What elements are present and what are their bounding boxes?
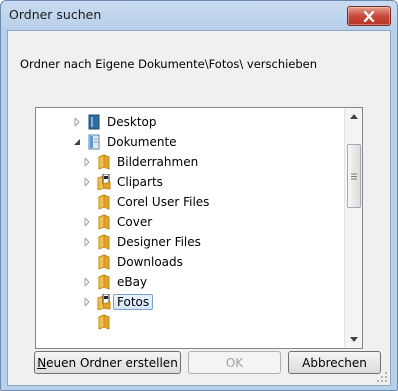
tree-item-cover[interactable]: Cover	[82, 212, 152, 232]
close-button[interactable]	[347, 6, 391, 26]
title-bar[interactable]: Ordner suchen	[1, 1, 397, 31]
scroll-thumb[interactable]	[347, 144, 361, 208]
expand-arrow-icon[interactable]	[82, 297, 92, 307]
instruction-text: Ordner nach Eigene Dokumente\Fotos\ vers…	[20, 57, 318, 71]
tree-item-ebay[interactable]: eBay	[82, 272, 147, 292]
folder-icon	[96, 274, 112, 290]
grip-lines-icon	[351, 173, 357, 179]
ok-button[interactable]: OK	[188, 351, 281, 374]
collapse-arrow-icon[interactable]	[72, 137, 82, 147]
expand-arrow-icon[interactable]	[82, 157, 92, 167]
scroll-up-button[interactable]	[345, 108, 362, 125]
dialog-body: Ordner nach Eigene Dokumente\Fotos\ vers…	[7, 30, 391, 386]
dialog-title: Ordner suchen	[9, 7, 102, 22]
expand-arrow-icon[interactable]	[82, 237, 92, 247]
tree-item-label: Downloads	[117, 255, 183, 269]
tree-item-designer-files[interactable]: Designer Files	[82, 232, 201, 252]
tree-item-partial[interactable]	[96, 312, 117, 332]
folder-icon	[96, 254, 112, 270]
expand-arrow-icon[interactable]	[82, 177, 92, 187]
folder-icon	[96, 194, 112, 210]
tree-item-dokumente[interactable]: Dokumente	[72, 132, 177, 152]
folder-with-document-icon	[96, 174, 112, 190]
tree-item-downloads[interactable]: Downloads	[96, 252, 183, 272]
tree-item-corel-user-files[interactable]: Corel User Files	[96, 192, 209, 212]
tree-item-label: Corel User Files	[117, 195, 210, 209]
arrow-up-icon	[349, 114, 358, 119]
tree-item-label: Designer Files	[117, 235, 201, 249]
expand-arrow-icon[interactable]	[72, 117, 82, 127]
tree-item-label: Fotos	[113, 294, 154, 310]
tree-item-desktop[interactable]: Desktop	[72, 112, 157, 132]
desktop-icon	[86, 114, 102, 130]
tree-item-cliparts[interactable]: Cliparts	[82, 172, 163, 192]
tree-item-label: Cover	[117, 215, 153, 229]
folder-icon	[96, 314, 112, 330]
tree-item-label: eBay	[117, 275, 148, 289]
documents-library-icon	[86, 134, 102, 150]
tree-item-label: Bilderrahmen	[117, 155, 199, 169]
tree-item-label: Desktop	[107, 115, 157, 129]
tree-rows: Desktop Dokumente Bilderrahmen Cliparts …	[36, 108, 344, 348]
new-folder-button[interactable]: Neuen Ordner erstellen	[34, 351, 181, 374]
expand-arrow-icon[interactable]	[82, 277, 92, 287]
resize-grip-icon[interactable]	[376, 371, 388, 383]
scroll-down-button[interactable]	[345, 331, 362, 348]
folder-with-document-icon	[96, 294, 112, 310]
folder-icon	[96, 154, 112, 170]
vertical-scrollbar[interactable]	[344, 108, 362, 348]
tree-item-label: Dokumente	[107, 135, 177, 149]
tree-item-bilderrahmen[interactable]: Bilderrahmen	[82, 152, 198, 172]
tree-item-label: Cliparts	[117, 175, 163, 189]
tree-item-fotos[interactable]: Fotos	[82, 292, 154, 312]
folder-browse-dialog: Ordner suchen Ordner nach Eigene Dokumen…	[0, 0, 398, 391]
folder-tree[interactable]: Desktop Dokumente Bilderrahmen Cliparts …	[35, 107, 363, 349]
folder-icon	[96, 234, 112, 250]
expand-arrow-icon[interactable]	[82, 217, 92, 227]
close-icon	[363, 10, 375, 22]
cancel-button[interactable]: Abbrechen	[288, 351, 381, 374]
arrow-down-icon	[349, 337, 358, 342]
folder-icon	[96, 214, 112, 230]
